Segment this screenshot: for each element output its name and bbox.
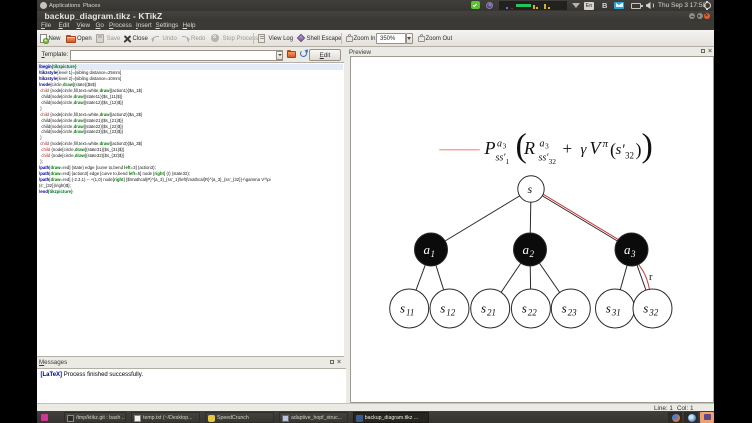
svg-text:3: 3 [545,142,549,151]
svg-text:s: s [521,301,526,316]
svg-text:32: 32 [625,151,634,161]
svg-text:1: 1 [505,157,509,166]
svg-text:2: 2 [529,249,534,259]
svg-text:3: 3 [630,249,636,259]
svg-text:12: 12 [446,308,456,318]
svg-text:+: + [562,139,572,158]
svg-text:P: P [483,138,495,158]
svg-text:21: 21 [487,308,496,318]
svg-text:s′: s′ [615,142,625,158]
svg-text:11: 11 [406,308,414,318]
svg-text:γ: γ [580,142,587,158]
svg-text:1: 1 [430,249,435,259]
svg-text:32: 32 [648,308,659,318]
svg-text:s: s [440,301,445,316]
svg-text:π: π [602,138,608,150]
svg-text:s: s [643,301,648,316]
svg-text:s: s [527,182,532,196]
svg-text:3: 3 [502,142,506,151]
svg-text:23: 23 [567,308,577,318]
svg-text:R: R [523,138,535,158]
svg-text:a: a [522,242,529,257]
svg-text:a: a [624,242,631,257]
svg-text:s: s [481,301,486,316]
svg-text:a: a [539,139,544,150]
svg-text:a: a [423,242,430,257]
svg-text:a: a [497,139,502,150]
svg-text:V: V [589,138,602,158]
svg-text:s: s [400,301,405,316]
svg-text:r: r [649,272,653,283]
svg-text:s: s [605,301,610,316]
svg-text:31: 31 [610,308,620,318]
svg-text:): ) [641,128,652,165]
svg-text:s: s [561,301,566,316]
svg-text:32: 32 [548,157,556,166]
svg-text:22: 22 [527,308,537,318]
